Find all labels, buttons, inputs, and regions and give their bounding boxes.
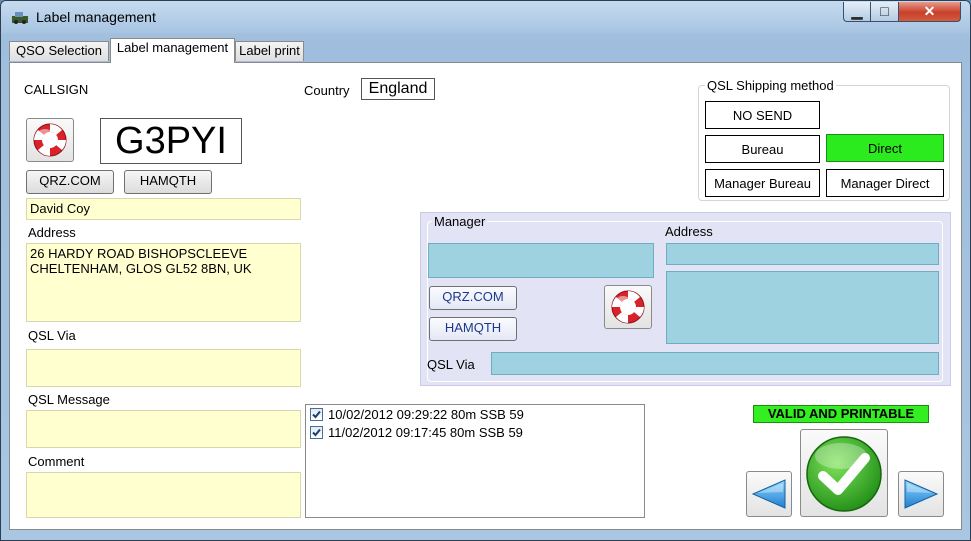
manager-qsl-via-label: QSL Via — [427, 357, 475, 372]
arrow-left-icon — [751, 479, 786, 509]
manager-hamqth-button[interactable]: HAMQTH — [429, 317, 517, 341]
callsign-display: G3PYI — [100, 118, 242, 164]
manager-qsl-via-field[interactable] — [491, 352, 939, 375]
manager-title: Manager — [432, 214, 488, 229]
list-item[interactable]: 11/02/2012 09:17:45 80m SSB 59 — [310, 424, 523, 442]
confirm-button[interactable] — [800, 429, 888, 517]
no-send-button[interactable]: NO SEND — [705, 101, 820, 129]
address-field[interactable]: 26 HARDY ROAD BISHOPSCLEEVE CHELTENHAM, … — [26, 243, 301, 322]
manager-callsign-field[interactable] — [428, 243, 654, 278]
hamqth-button[interactable]: HAMQTH — [124, 170, 212, 194]
checkmark-icon — [312, 410, 321, 419]
qsl-via-label: QSL Via — [28, 328, 76, 343]
tab-qso-selection[interactable]: QSO Selection — [9, 41, 109, 61]
window-title: Label management — [36, 9, 156, 25]
qso-list[interactable]: 10/02/2012 09:29:22 80m SSB 59 11/02/201… — [305, 404, 645, 518]
manager-direct-button[interactable]: Manager Direct — [826, 169, 944, 197]
manager-panel: Manager Address QRZ.COM HAMQTH QSL Via — [420, 212, 951, 386]
callsign-lookup-button[interactable] — [26, 118, 74, 162]
qsl-message-field[interactable] — [26, 410, 301, 448]
qsl-message-label: QSL Message — [28, 392, 110, 407]
direct-button[interactable]: Direct — [826, 134, 944, 162]
manager-lookup-button[interactable] — [604, 285, 652, 329]
tab-label-management[interactable]: Label management — [110, 38, 235, 63]
name-field[interactable]: David Coy — [26, 198, 301, 220]
list-item[interactable]: 10/02/2012 09:29:22 80m SSB 59 — [310, 406, 524, 424]
maximize-icon: □ — [880, 3, 889, 19]
status-badge: VALID AND PRINTABLE — [753, 405, 929, 423]
qso-text: 10/02/2012 09:29:22 80m SSB 59 — [328, 407, 524, 422]
prev-button[interactable] — [746, 471, 792, 517]
close-button[interactable]: ✕ — [899, 2, 961, 22]
shipping-method-title: QSL Shipping method — [705, 78, 836, 93]
app-icon — [12, 12, 28, 24]
checkmark-icon — [312, 428, 321, 437]
country-display: England — [361, 78, 435, 100]
qrz-button[interactable]: QRZ.COM — [26, 170, 114, 194]
arrow-right-icon — [904, 479, 939, 509]
qso-checkbox[interactable] — [310, 426, 323, 439]
qso-checkbox[interactable] — [310, 408, 323, 421]
lifebuoy-icon — [33, 123, 67, 157]
tab-label-print[interactable]: Label print — [235, 41, 304, 61]
country-label: Country — [304, 83, 350, 98]
label-management-panel: CALLSIGN G3PYI QRZ.COM HAMQTH David Coy … — [9, 62, 962, 530]
checkmark-icon — [806, 436, 882, 512]
close-icon: ✕ — [923, 3, 936, 19]
comment-label: Comment — [28, 454, 85, 469]
lifebuoy-icon — [611, 290, 645, 324]
minimize-button[interactable]: ▁ — [843, 2, 871, 22]
app-window: Label management ▁ □ ✕ QSO Selection Lab… — [0, 0, 971, 541]
callsign-label: CALLSIGN — [24, 82, 89, 97]
maximize-button[interactable]: □ — [871, 2, 899, 22]
manager-address-label: Address — [665, 224, 713, 239]
address-label: Address — [28, 225, 76, 240]
title-bar[interactable]: Label management ▁ □ ✕ — [1, 1, 970, 33]
manager-address-line-field[interactable] — [666, 243, 939, 265]
qsl-via-field[interactable] — [26, 349, 301, 387]
qso-text: 11/02/2012 09:17:45 80m SSB 59 — [328, 425, 523, 440]
bureau-button[interactable]: Bureau — [705, 135, 820, 163]
next-button[interactable] — [898, 471, 944, 517]
comment-field[interactable] — [26, 472, 301, 518]
minimize-icon: ▁ — [851, 3, 863, 19]
manager-address-field[interactable] — [666, 271, 939, 344]
manager-bureau-button[interactable]: Manager Bureau — [705, 169, 820, 197]
manager-qrz-button[interactable]: QRZ.COM — [429, 286, 517, 310]
